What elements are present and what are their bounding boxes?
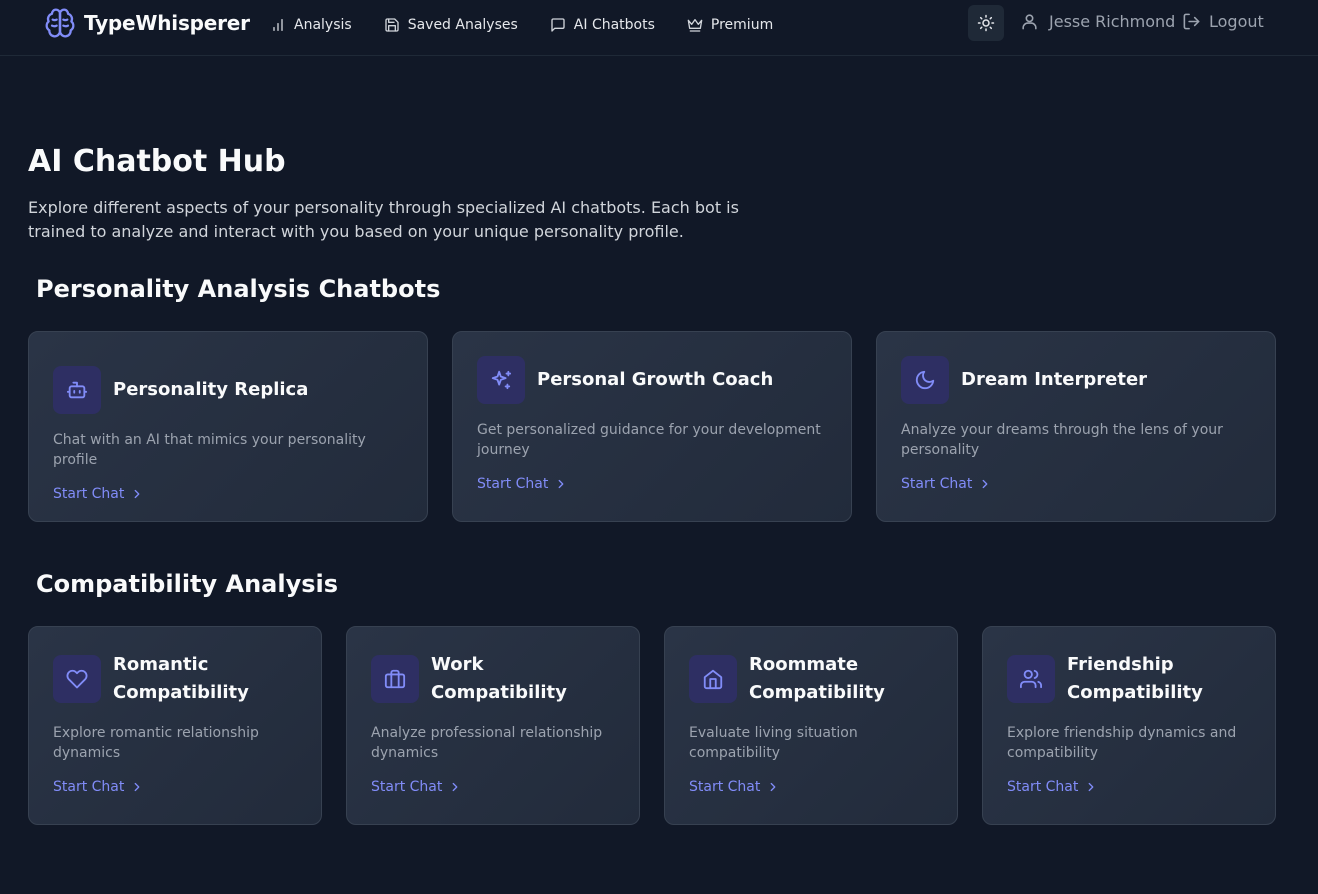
nav-link-label: Analysis — [294, 17, 352, 33]
briefcase-icon — [384, 669, 406, 689]
start-chat-label: Start Chat — [53, 779, 125, 795]
start-chat-label: Start Chat — [371, 779, 443, 795]
sparkles-icon — [491, 370, 512, 390]
app-name: TypeWhisperer — [84, 11, 250, 35]
card-icon-box — [1007, 655, 1055, 703]
section-title-personality: Personality Analysis Chatbots — [36, 275, 441, 303]
card-icon-box — [53, 655, 101, 703]
card-description: Explore romantic relationship dynamics — [53, 725, 259, 761]
chevron-right-icon — [770, 782, 776, 792]
card-icon-box — [53, 366, 101, 414]
brand[interactable]: TypeWhisperer — [44, 7, 250, 39]
save-icon — [385, 18, 399, 32]
start-chat-link[interactable]: Start Chat — [53, 779, 144, 795]
nav-link-saved-analyses[interactable]: Saved Analyses — [384, 14, 518, 36]
start-chat-link[interactable]: Start Chat — [53, 486, 144, 502]
start-chat-link[interactable]: Start Chat — [1007, 779, 1098, 795]
card-icon-box — [901, 356, 949, 404]
card-description: Get personalized guidance for your devel… — [477, 422, 821, 458]
card-title: Personal Growth Coach — [537, 369, 774, 390]
card-title: Romantic Compatibility — [113, 654, 249, 703]
chevron-right-icon — [452, 782, 458, 792]
chevron-right-icon — [558, 479, 564, 489]
start-chat-link[interactable]: Start Chat — [901, 476, 992, 492]
card-description: Analyze professional relationship dynami… — [371, 725, 603, 761]
chatbot-card-personal-growth-coach[interactable]: Personal Growth Coach Get personalized g… — [452, 331, 852, 522]
logout-icon — [1183, 13, 1200, 30]
start-chat-link[interactable]: Start Chat — [371, 779, 462, 795]
chevron-right-icon — [134, 782, 140, 792]
nav-link-ai-chatbots[interactable]: AI Chatbots — [550, 14, 655, 36]
chevron-right-icon — [134, 489, 140, 499]
message-square-icon — [551, 18, 565, 32]
chatbot-card-personality-replica[interactable]: Personality Replica Chat with an AI that… — [28, 331, 428, 522]
chatbot-card-friendship-compatibility[interactable]: Friendship Compatibility Explore friends… — [982, 626, 1276, 825]
page-title: AI Chatbot Hub — [28, 144, 286, 179]
chatbot-card-work-compatibility[interactable]: Work Compatibility Analyze professional … — [346, 626, 640, 825]
card-icon-box — [689, 655, 737, 703]
chatbot-card-romantic-compatibility[interactable]: Romantic Compatibility Explore romantic … — [28, 626, 322, 825]
card-title: Friendship Compatibility — [1067, 654, 1203, 703]
start-chat-label: Start Chat — [901, 476, 973, 492]
bar-chart-icon — [273, 19, 283, 31]
start-chat-link[interactable]: Start Chat — [477, 476, 568, 492]
chatbot-card-dream-interpreter[interactable]: Dream Interpreter Analyze your dreams th… — [876, 331, 1276, 522]
card-description: Explore friendship dynamics and compatib… — [1007, 725, 1237, 761]
card-title: Personality Replica — [113, 379, 309, 400]
nav-link-label: AI Chatbots — [573, 17, 655, 33]
top-nav: TypeWhisperer Analysis Saved Analyses AI… — [0, 0, 1318, 56]
brain-icon — [45, 8, 75, 38]
start-chat-label: Start Chat — [477, 476, 549, 492]
user-menu[interactable]: Jesse Richmond — [1020, 12, 1175, 31]
page-description: Explore different aspects of your person… — [28, 198, 739, 241]
nav-link-label: Premium — [710, 17, 774, 33]
nav-link-label: Saved Analyses — [407, 17, 518, 33]
card-icon-box — [477, 356, 525, 404]
user-icon — [1022, 14, 1037, 30]
bot-icon — [66, 381, 88, 399]
section-title-compatibility: Compatibility Analysis — [36, 570, 339, 598]
start-chat-label: Start Chat — [1007, 779, 1079, 795]
card-title: Roommate Compatibility — [749, 654, 885, 703]
card-title: Work Compatibility — [431, 654, 567, 703]
start-chat-label: Start Chat — [53, 486, 125, 502]
home-icon — [703, 669, 723, 690]
card-icon-box — [371, 655, 419, 703]
users-icon — [1020, 669, 1042, 689]
chevron-right-icon — [1088, 782, 1094, 792]
card-title: Dream Interpreter — [961, 369, 1148, 390]
start-chat-link[interactable]: Start Chat — [689, 779, 780, 795]
user-name: Jesse Richmond — [1049, 12, 1176, 31]
sun-icon — [977, 14, 995, 32]
card-description: Analyze your dreams through the lens of … — [901, 422, 1223, 458]
nav-links: Analysis Saved Analyses AI Chatbots Prem… — [270, 14, 805, 36]
nav-link-analysis[interactable]: Analysis — [270, 14, 352, 36]
logout-label: Logout — [1209, 12, 1264, 31]
card-description: Evaluate living situation compatibility — [689, 725, 858, 761]
logout-button[interactable]: Logout — [1182, 12, 1264, 31]
crown-icon — [687, 19, 703, 32]
chatbot-card-roommate-compatibility[interactable]: Roommate Compatibility Evaluate living s… — [664, 626, 958, 825]
heart-icon — [66, 669, 88, 689]
nav-link-premium[interactable]: Premium — [687, 14, 773, 36]
moon-icon — [915, 370, 935, 390]
card-description: Chat with an AI that mimics your persona… — [53, 432, 366, 468]
chevron-right-icon — [982, 479, 988, 489]
start-chat-label: Start Chat — [689, 779, 761, 795]
theme-toggle-button[interactable] — [968, 5, 1004, 41]
